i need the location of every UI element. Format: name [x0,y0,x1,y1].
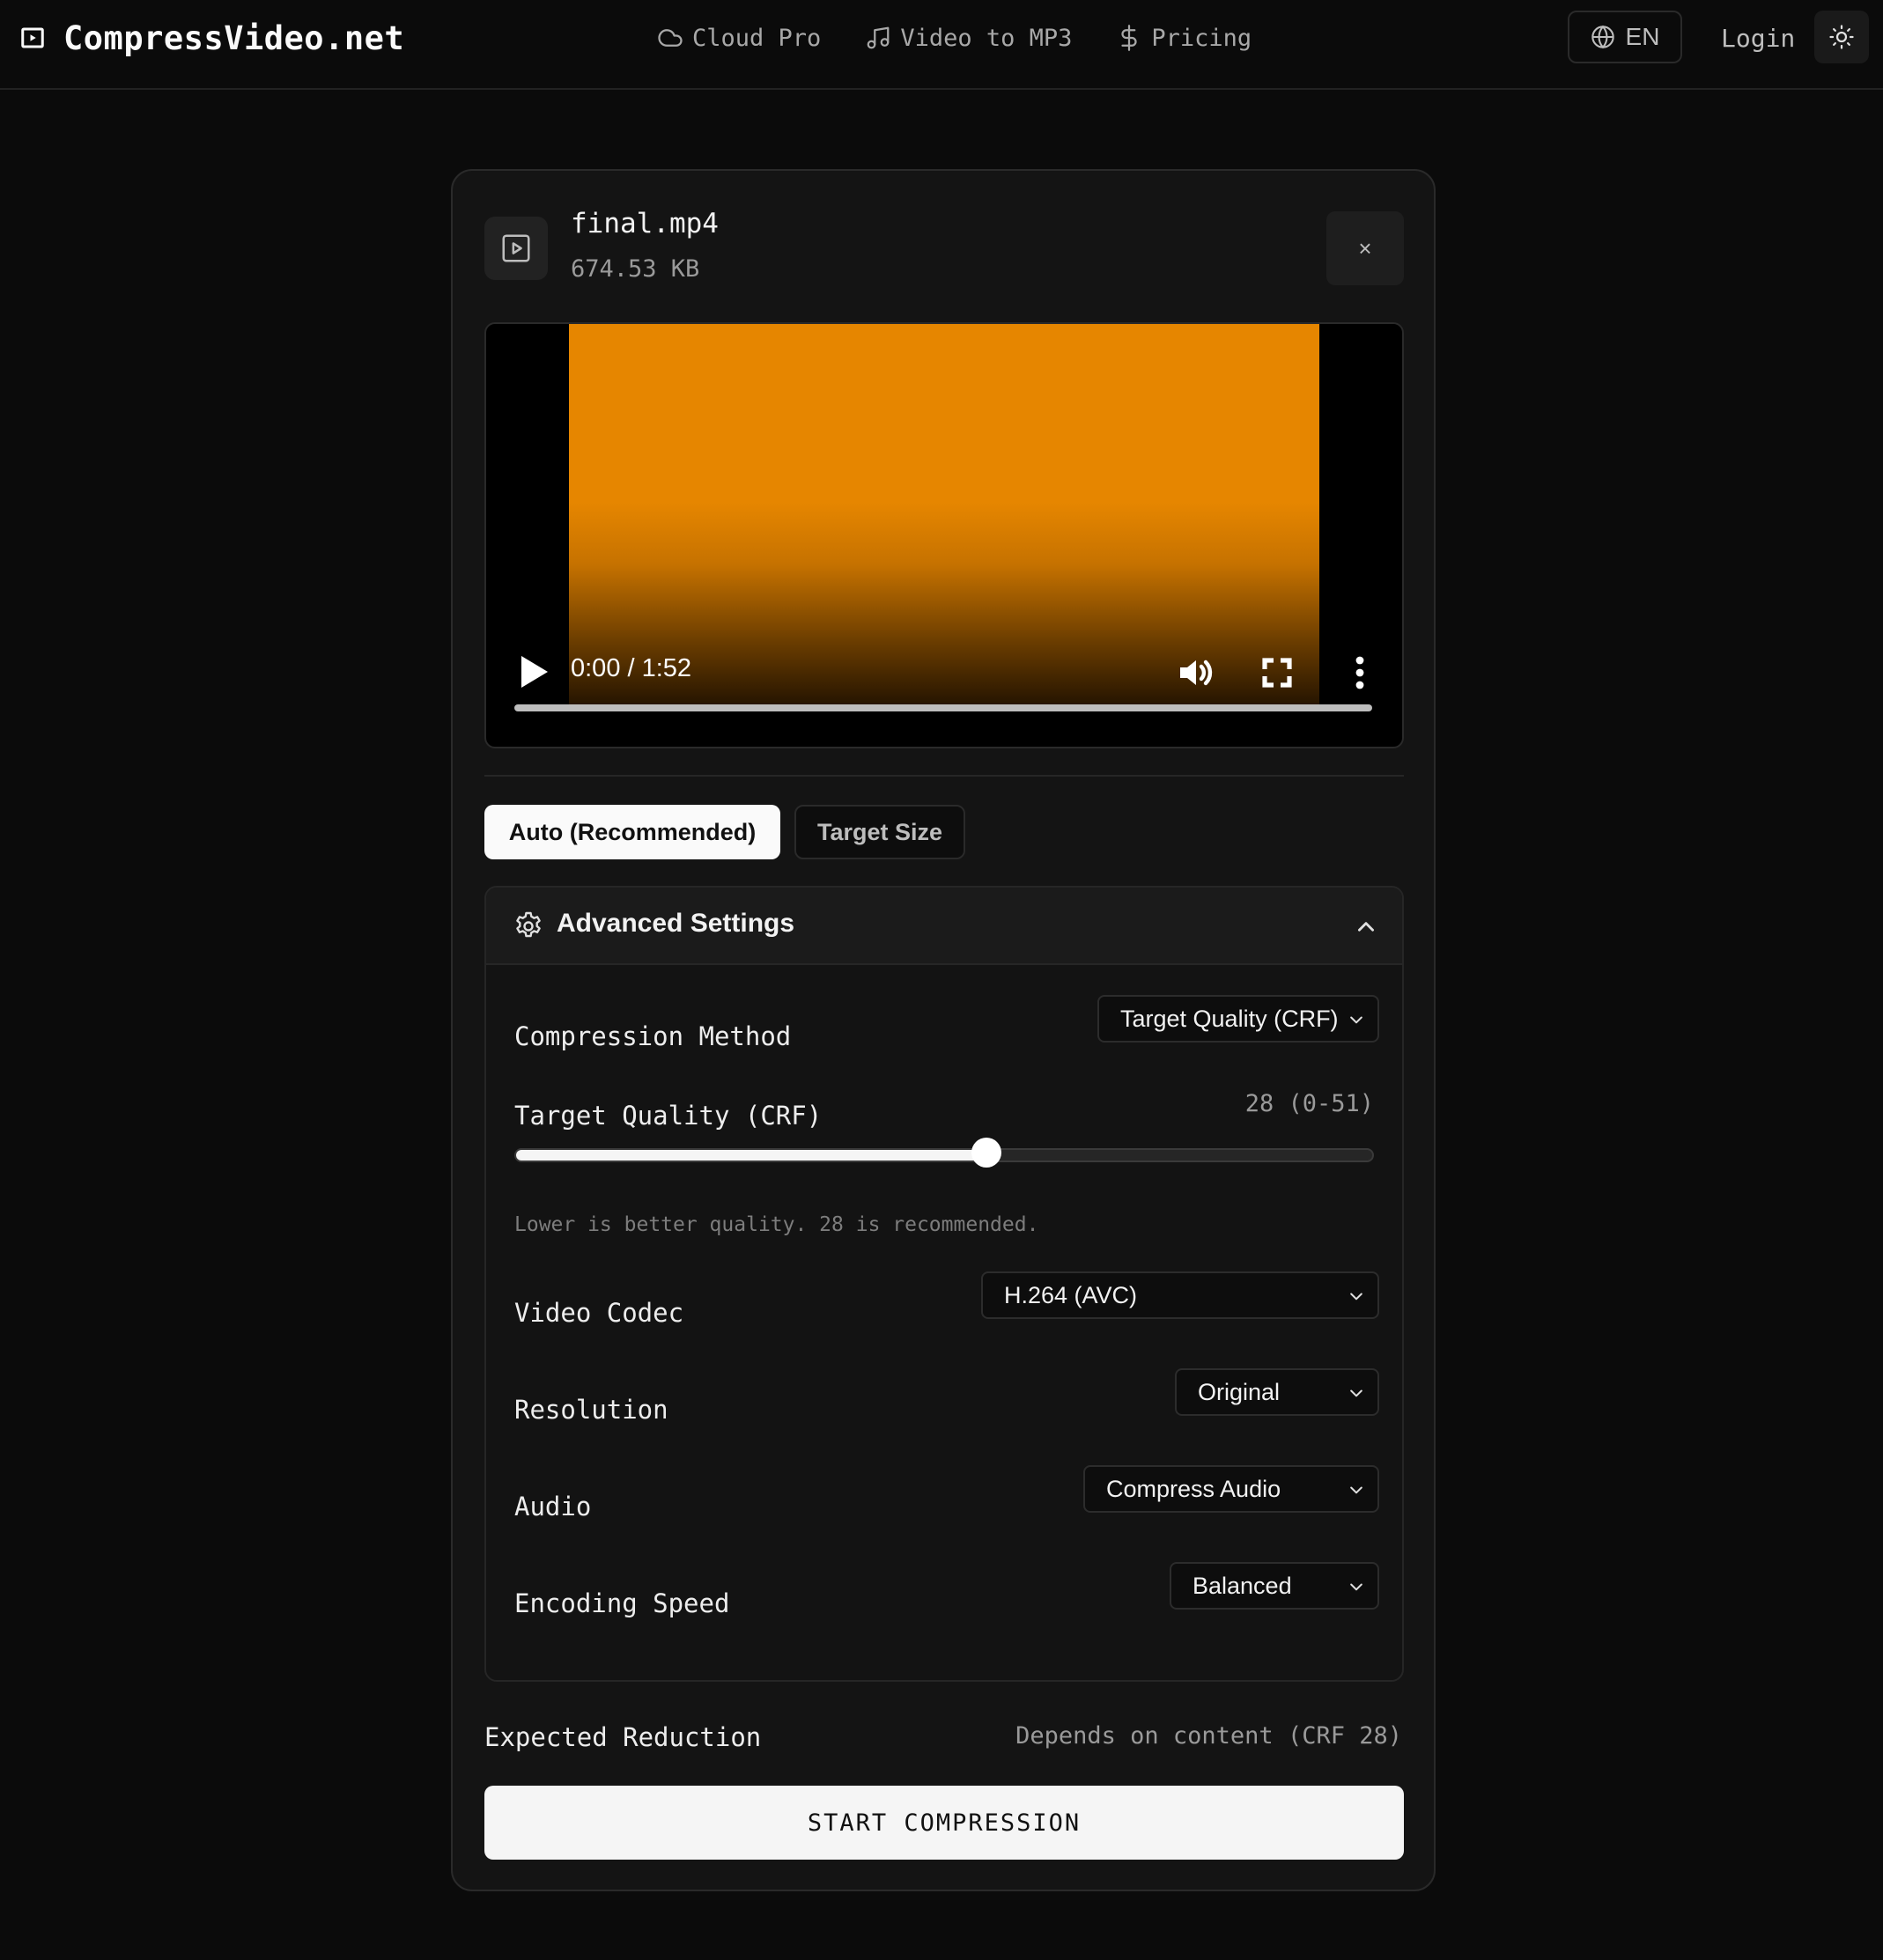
file-size: 674.53 KB [571,255,700,283]
cloud-icon [658,29,683,47]
globe-icon [1591,25,1614,49]
play-icon[interactable] [516,652,551,691]
close-icon: × [1358,234,1372,262]
file-name: final.mp4 [571,208,719,239]
gear-icon [516,911,541,938]
audio-select[interactable]: Compress Audio [1083,1465,1379,1513]
compression-method-select[interactable]: Target Quality (CRF) [1097,995,1379,1043]
divider [484,775,1404,777]
nav-item-label: Cloud Pro [692,24,822,52]
fullscreen-icon[interactable] [1256,652,1298,694]
chevron-down-icon [1350,1293,1362,1301]
theme-toggle-button[interactable] [1814,11,1869,63]
language-label: EN [1625,23,1660,50]
nav-item-label: Video to MP3 [900,24,1073,52]
resolution-value: Original [1198,1378,1281,1405]
resolution-select[interactable]: Original [1175,1368,1379,1416]
nav-item-pricing[interactable]: Pricing [1116,25,1252,52]
brand-logo[interactable]: CompressVideo.net [19,16,404,60]
crf-slider-track[interactable] [514,1148,1374,1162]
target-quality-label: Target Quality (CRF) [514,1101,823,1131]
sun-icon [1829,25,1854,49]
encoding-speed-label: Encoding Speed [514,1588,730,1618]
compression-method-value: Target Quality (CRF) [1120,1005,1339,1032]
video-player[interactable]: 0:00 / 1:52 [484,322,1404,748]
file-type-badge [484,217,548,280]
video-progress-bar[interactable] [514,704,1372,711]
chevron-down-icon [1350,1583,1362,1591]
volume-icon[interactable] [1173,652,1215,694]
video-time: 0:00 / 1:52 [571,654,692,682]
crf-slider-thumb[interactable] [971,1138,1001,1168]
brand-name: CompressVideo.net [63,18,405,57]
login-link[interactable]: Login [1721,16,1795,60]
nav-item-label: Pricing [1151,24,1252,52]
video-logo-icon [21,27,44,48]
video-codec-label: Video Codec [514,1298,684,1328]
language-selector[interactable]: EN [1568,11,1682,63]
compression-card: final.mp4 674.53 KB × 0:00 / 1:52 Auto (… [451,169,1436,1891]
nav-item-cloud-pro[interactable]: Cloud Pro [657,25,821,52]
more-options-icon[interactable] [1339,652,1381,694]
nav-item-video-to-mp3[interactable]: Video to MP3 [865,25,1072,52]
dollar-icon [1121,25,1137,51]
encoding-speed-select[interactable]: Balanced [1170,1562,1379,1610]
expected-reduction-value: Depends on content (CRF 28) [1015,1722,1402,1750]
tab-auto-recommended[interactable]: Auto (Recommended) [484,805,780,859]
remove-file-button[interactable]: × [1326,211,1404,285]
crf-slider-fill [516,1150,988,1161]
chevron-up-icon [1358,922,1374,932]
advanced-settings-header[interactable]: Advanced Settings [486,888,1402,965]
tab-target-size[interactable]: Target Size [794,805,965,859]
chevron-down-icon [1350,1389,1362,1397]
crf-value: 28 (0-51) [1244,1090,1374,1117]
audio-value: Compress Audio [1106,1475,1281,1502]
video-codec-select[interactable]: H.264 (AVC) [981,1271,1379,1319]
chevron-down-icon [1350,1486,1362,1494]
resolution-label: Resolution [514,1395,668,1425]
music-note-icon [867,26,890,49]
start-compression-button[interactable]: START COMPRESSION [484,1786,1404,1860]
advanced-settings-panel: Advanced Settings Compression Method Tar… [484,886,1404,1682]
video-file-icon [502,234,530,262]
expected-reduction-label: Expected Reduction [484,1722,762,1752]
crf-hint: Lower is better quality. 28 is recommend… [514,1213,1039,1236]
video-codec-value: H.264 (AVC) [1004,1281,1138,1308]
encoding-speed-value: Balanced [1193,1572,1292,1599]
chevron-down-icon [1350,1016,1362,1024]
audio-label: Audio [514,1492,592,1522]
main-nav: Cloud Pro Video to MP3 Pricing [657,16,1252,60]
advanced-settings-title: Advanced Settings [557,909,795,938]
top-nav-bar: CompressVideo.net Cloud Pro Video to MP3… [0,0,1883,90]
compression-method-label: Compression Method [514,1021,792,1051]
